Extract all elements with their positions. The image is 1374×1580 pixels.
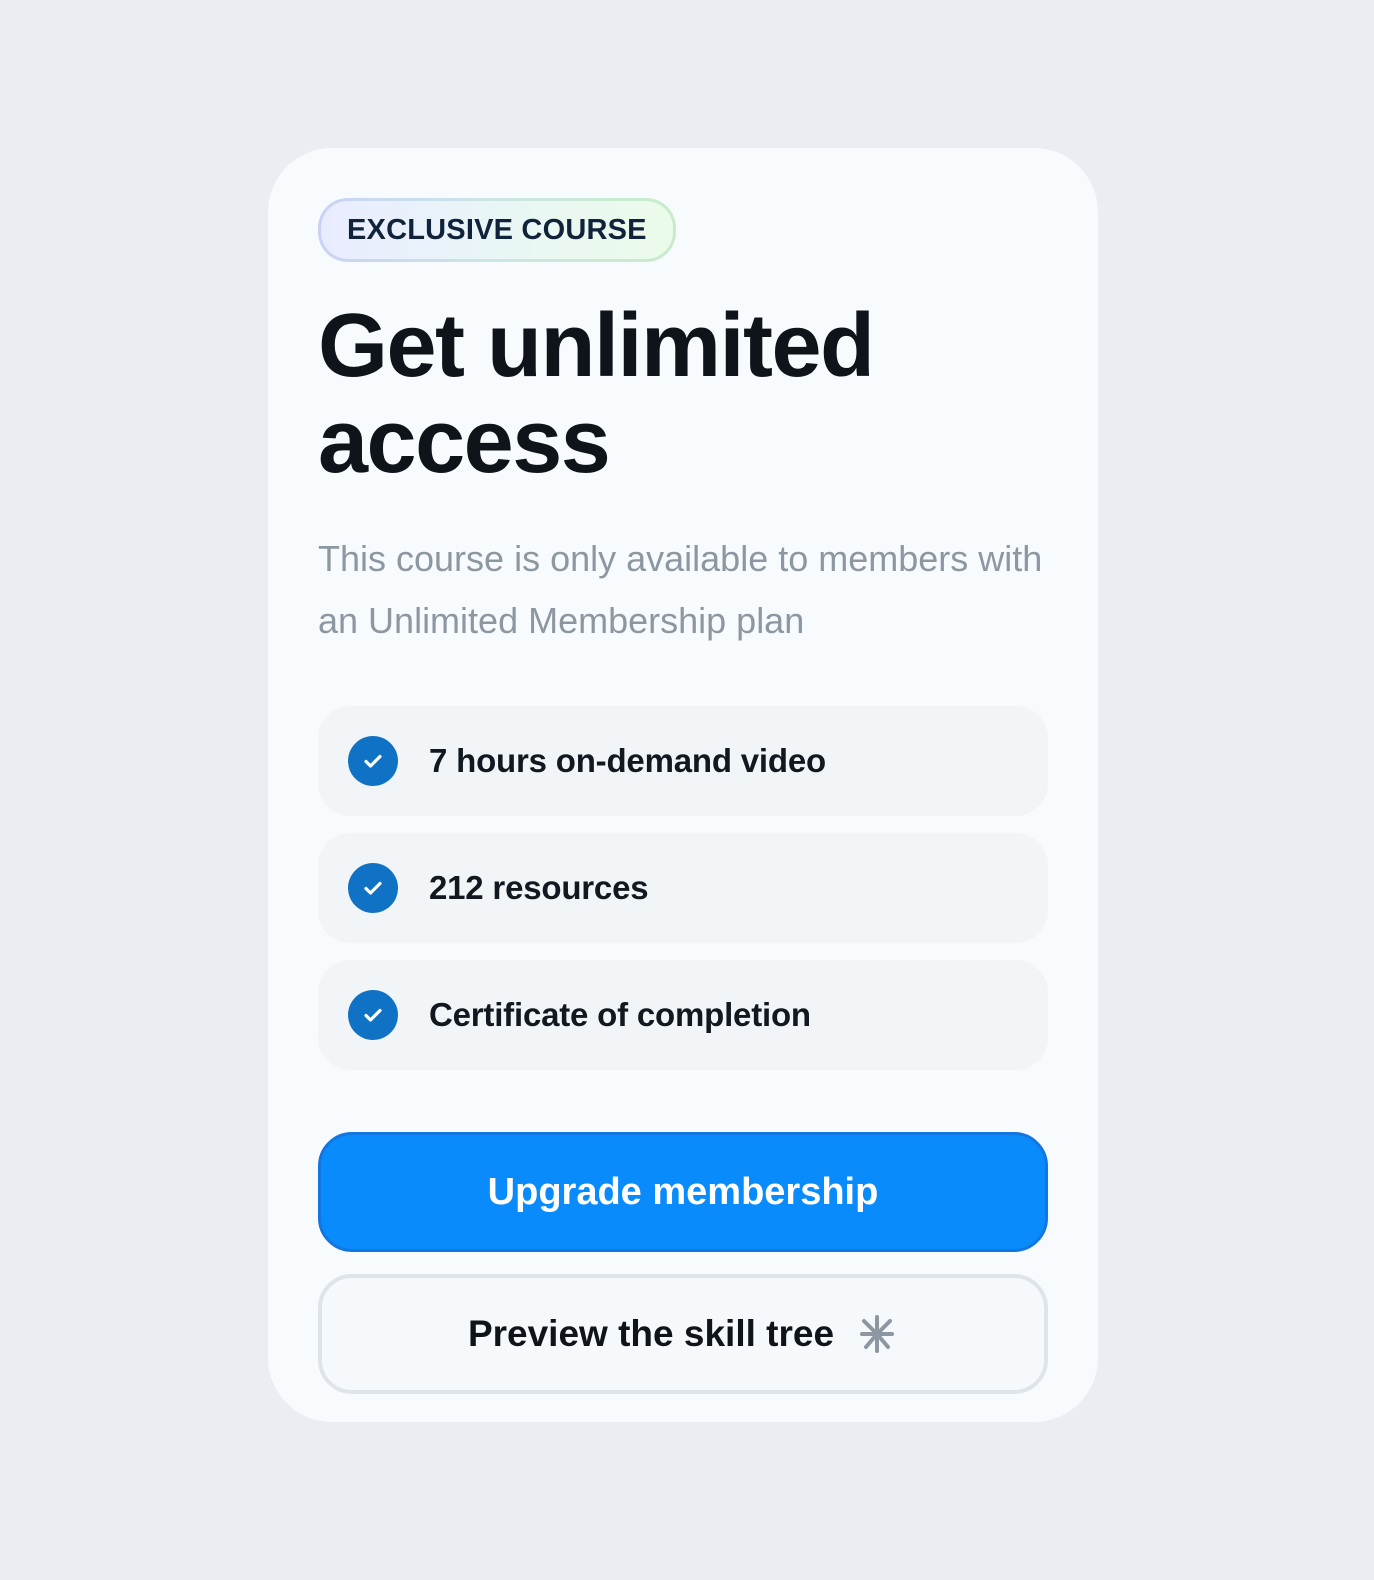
feature-item-resources: 212 resources xyxy=(318,833,1048,943)
feature-label: Certificate of completion xyxy=(429,996,811,1033)
feature-item-video: 7 hours on-demand video xyxy=(318,706,1048,816)
check-circle-icon xyxy=(348,990,398,1040)
feature-label: 7 hours on-demand video xyxy=(429,742,826,779)
upgrade-card: EXCLUSIVE COURSE Get unlimited access Th… xyxy=(268,148,1098,1422)
skill-tree-icon xyxy=(856,1313,898,1355)
feature-label: 212 resources xyxy=(429,869,649,906)
page-subtitle: This course is only available to members… xyxy=(318,538,1043,641)
check-circle-icon xyxy=(348,863,398,913)
feature-item-certificate: Certificate of completion xyxy=(318,960,1048,1070)
page-title: Get unlimited access xyxy=(318,296,875,492)
preview-skill-tree-button[interactable]: Preview the skill tree xyxy=(318,1274,1048,1394)
check-circle-icon xyxy=(348,736,398,786)
preview-skill-tree-label: Preview the skill tree xyxy=(467,1313,835,1354)
exclusive-course-badge: EXCLUSIVE COURSE xyxy=(318,198,676,262)
feature-list: 7 hours on-demand video 212 resources Ce… xyxy=(318,706,1048,1070)
upgrade-membership-button[interactable]: Upgrade membership xyxy=(318,1132,1048,1252)
